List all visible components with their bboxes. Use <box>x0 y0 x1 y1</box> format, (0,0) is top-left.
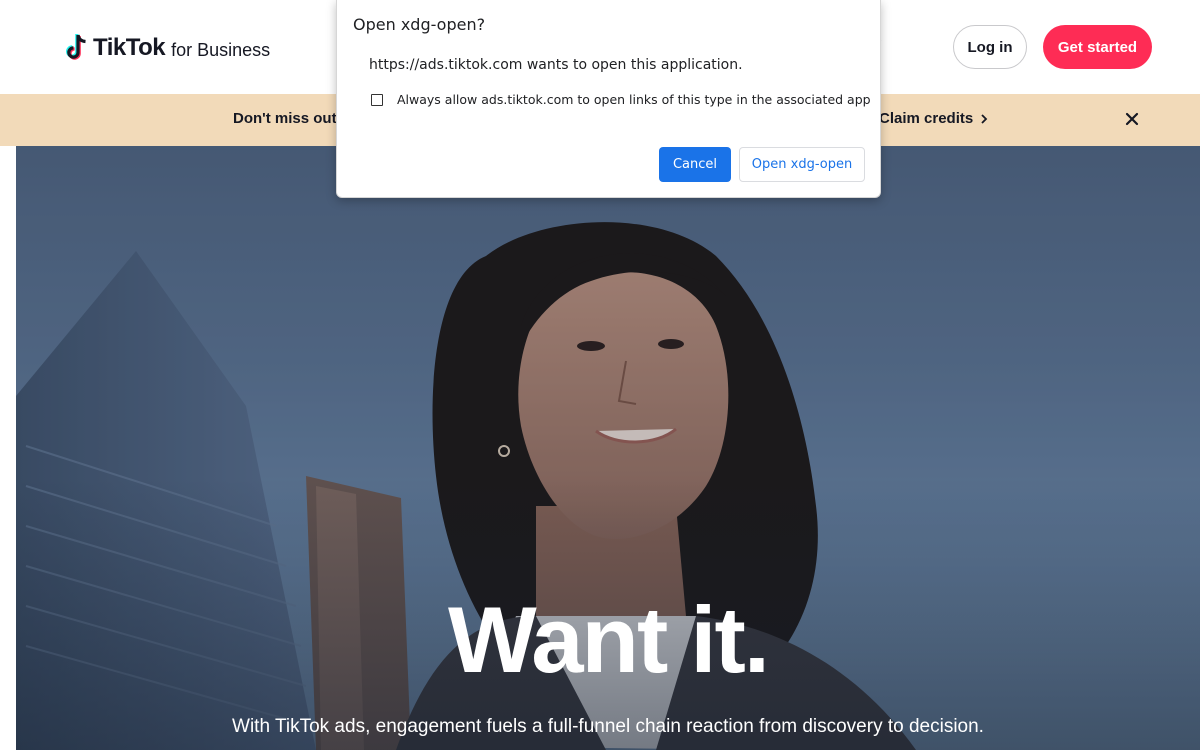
get-started-button[interactable]: Get started <box>1043 25 1152 69</box>
always-allow-label[interactable]: Always allow ads.tiktok.com to open link… <box>397 92 871 107</box>
claim-credits-link[interactable]: Claim credits <box>879 110 989 127</box>
always-allow-checkbox[interactable] <box>371 94 383 106</box>
dialog-title: Open xdg-open? <box>353 15 486 34</box>
open-xdg-open-button[interactable]: Open xdg-open <box>739 147 865 182</box>
claim-credits-label: Claim credits <box>879 110 974 127</box>
tiktok-logo-icon <box>66 34 86 60</box>
banner-text: Don't miss out o <box>233 110 350 127</box>
chevron-right-icon <box>981 113 988 124</box>
logo-wordmark: TikTok <box>93 34 166 61</box>
hero-subtitle: With TikTok ads, engagement fuels a full… <box>232 716 984 737</box>
dialog-message: https://ads.tiktok.com wants to open thi… <box>369 57 743 73</box>
tiktok-business-logo[interactable]: TikTok for Business <box>64 32 270 64</box>
hero-section: Want it. With TikTok ads, engagement fue… <box>16 146 1200 750</box>
open-app-dialog: Open xdg-open? https://ads.tiktok.com wa… <box>336 0 881 198</box>
hero-title: Want it. <box>448 587 770 692</box>
login-button[interactable]: Log in <box>953 25 1027 69</box>
cancel-button[interactable]: Cancel <box>659 147 731 182</box>
logo-subtitle: for Business <box>171 39 271 60</box>
close-icon[interactable] <box>1122 109 1142 129</box>
